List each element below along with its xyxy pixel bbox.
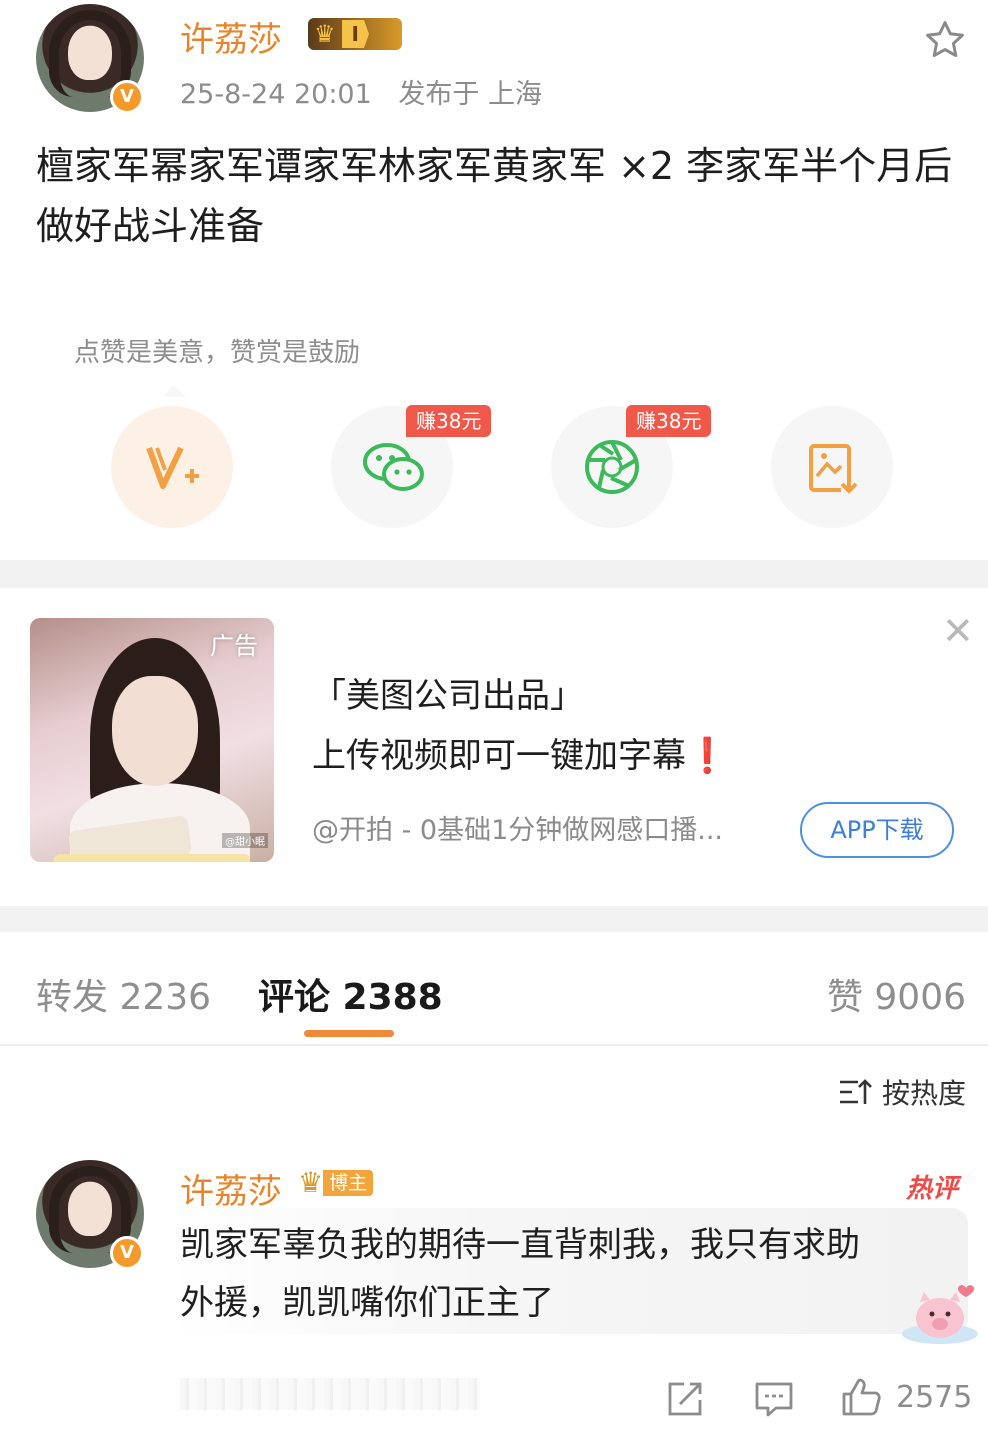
close-ad-icon[interactable]: ✕	[942, 612, 974, 650]
app-download-button[interactable]: APP下载	[800, 802, 954, 858]
comment-like-count: 2575	[896, 1380, 973, 1415]
ad-title[interactable]: 「美图公司出品」	[312, 668, 584, 717]
exclamation-icon: ❗	[686, 736, 729, 776]
comment-icon[interactable]	[754, 1380, 794, 1418]
sort-label: 按热度	[881, 1077, 966, 1110]
save-image-button[interactable]	[771, 406, 893, 528]
comment-line-1: 凯家军辜负我的期待一直背刺我，我只有求助	[180, 1225, 860, 1265]
comment-line-2: 外援，凯凯嘴你们正主了	[180, 1283, 554, 1323]
blurred-area	[180, 1378, 480, 1410]
ad-sponsor[interactable]: @开拍 - 0基础1分钟做网感口播...	[312, 808, 790, 847]
tab-repost[interactable]: 转发 2236	[36, 968, 211, 1020]
ad-image[interactable]: 广告 @甜小眠	[30, 618, 274, 862]
ad-watermark: @甜小眠	[222, 833, 268, 848]
moments-icon	[585, 440, 639, 494]
tab-comments[interactable]: 评论 2388	[258, 968, 443, 1020]
blogger-badge: 博主	[323, 1170, 374, 1196]
commenter-verified-badge: V	[110, 1236, 144, 1270]
author-name[interactable]: 许荔莎	[180, 12, 282, 61]
star-favorite-icon[interactable]	[922, 18, 968, 62]
crown-icon-small: ♛	[298, 1166, 324, 1199]
commenter-badges: ♛ 博主	[298, 1166, 374, 1199]
tabs-bottom-line	[0, 1044, 988, 1046]
member-level: I	[341, 20, 369, 48]
member-crown-badge[interactable]: ♛ I	[308, 18, 402, 50]
ad-headline[interactable]: 上传视频即可一键加字幕❗	[312, 728, 728, 777]
reward-tip: 点赞是美意，赞赏是鼓励	[74, 338, 361, 368]
tab-likes[interactable]: 赞 9006	[827, 968, 966, 1020]
active-tab-indicator	[304, 1030, 394, 1037]
like-thumb-icon[interactable]	[840, 1376, 882, 1418]
earn-tag-moments: 赚38元	[626, 405, 712, 437]
repost-icon[interactable]	[666, 1380, 704, 1418]
v-plus-icon	[146, 446, 199, 489]
ad-image-bar	[54, 854, 250, 862]
section-divider	[0, 560, 988, 588]
sort-by-hot-button[interactable]: 按热度	[838, 1072, 966, 1112]
reward-vplus-button[interactable]	[111, 406, 233, 528]
ad-headline-text: 上传视频即可一键加字幕	[312, 736, 686, 776]
section-divider-2	[0, 906, 988, 932]
hot-comment-tag: 热评	[905, 1174, 958, 1204]
post-location: 发布于 上海	[398, 79, 542, 110]
post-meta: 25-8-24 20:01 发布于 上海	[180, 72, 542, 111]
verified-badge: V	[110, 80, 144, 114]
save-image-icon	[809, 444, 859, 494]
sort-icon	[839, 1079, 872, 1104]
wechat-icon	[363, 443, 424, 491]
post-timestamp: 25-8-24 20:01	[180, 79, 372, 110]
commenter-name[interactable]: 许荔莎	[180, 1164, 282, 1213]
earn-tag-wechat: 赚38元	[406, 405, 492, 437]
post-body: 檀家军幂家军谭家军林家军黄家军 ×2 李家军半个月后做好战斗准备	[36, 144, 953, 248]
comment-text[interactable]: 凯家军辜负我的期待一直背刺我，我只有求助 外援，凯凯嘴你们正主了	[180, 1216, 960, 1332]
ad-tag: 广告	[210, 632, 258, 660]
tip-arrow	[162, 385, 186, 397]
crown-icon: ♛	[314, 20, 336, 48]
pig-sticker-icon	[902, 1285, 978, 1344]
